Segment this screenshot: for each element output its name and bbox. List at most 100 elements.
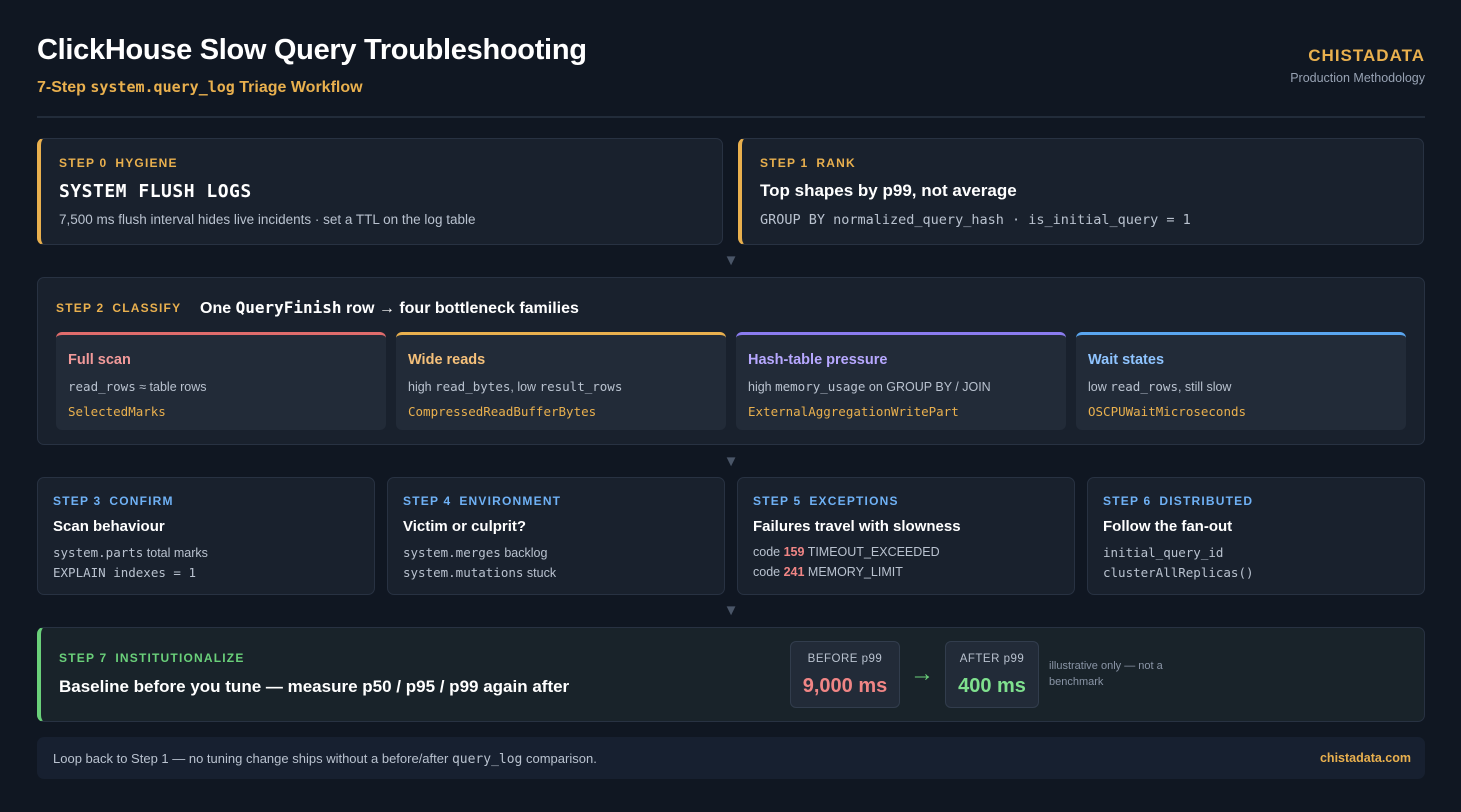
step-5-card: STEP 5 EXCEPTIONS Failures travel with sl… (737, 477, 1075, 595)
heading-text: One (200, 300, 236, 317)
family-metric: CompressedReadBufferBytes (408, 404, 597, 419)
step-1-heading: Top shapes by p99, not average (760, 181, 1017, 200)
desc-code: read_rows (68, 379, 136, 394)
subtitle-code: system.query_log (90, 78, 235, 96)
step-2-card: STEP 2 CLASSIFY One QueryFinish row → fou… (37, 277, 1425, 445)
right-arrow-icon: → (910, 660, 934, 687)
footer-url[interactable]: chistadata.com (1320, 751, 1411, 765)
subtitle-prefix: 7-Step (37, 79, 91, 96)
family-wide-reads: Wide reads high read_bytes, low result_r… (396, 332, 726, 430)
step-3-line-1: system.parts total marks (53, 545, 208, 560)
line-text: backlog (500, 546, 548, 560)
desc-text: high (408, 380, 436, 394)
after-metric: AFTER p99 400 ms (945, 641, 1039, 708)
step-number: STEP 0 (59, 156, 108, 170)
line-code: system.mutations (403, 565, 524, 580)
desc-code: read_rows (1110, 379, 1178, 394)
line-text: stuck (523, 566, 557, 580)
step-1-description: GROUP BY normalized_query_hash · is_init… (760, 212, 1191, 228)
heading-code: QueryFinish (235, 298, 342, 317)
step-6-heading: Follow the fan-out (1103, 518, 1233, 535)
line-text: MEMORY_LIMIT (804, 565, 903, 579)
footer: Loop back to Step 1 — no tuning change s… (37, 737, 1425, 779)
family-hash-table-pressure: Hash-table pressure high memory_usage on… (736, 332, 1066, 430)
step-number: STEP 4 (403, 494, 452, 508)
step-5-line-2: code 241 MEMORY_LIMIT (753, 565, 903, 579)
step-7-card: STEP 7 INSTITUTIONALIZE Baseline before y… (37, 627, 1425, 722)
family-wait-states: Wait states low read_rows, still slow OS… (1076, 332, 1406, 430)
header: ClickHouse Slow Query Troubleshooting 7-… (37, 32, 1425, 118)
after-value: 400 ms (958, 675, 1026, 697)
family-name: Wait states (1088, 352, 1165, 368)
step-tag: ENVIRONMENT (459, 494, 562, 508)
step-5-heading: Failures travel with slowness (753, 518, 961, 535)
step-tag: INSTITUTIONALIZE (115, 651, 245, 665)
step-4-card: STEP 4 ENVIRONMENT Victim or culprit? sys… (387, 477, 725, 595)
step-1-card: STEP 1 RANK Top shapes by p99, not averag… (738, 138, 1424, 245)
step-3-card: STEP 3 CONFIRM Scan behaviour system.part… (37, 477, 375, 595)
line-text: code (753, 545, 784, 559)
footer-text-part: Loop back to Step 1 — no tuning change s… (53, 751, 452, 766)
step-tag: EXCEPTIONS (809, 494, 899, 508)
desc-text: low (1088, 380, 1111, 394)
step-number: STEP 5 (753, 494, 802, 508)
family-name: Wide reads (408, 352, 486, 368)
step-4-label: STEP 4 ENVIRONMENT (403, 494, 561, 508)
desc-text: , low (510, 380, 540, 394)
step-3-line-2: EXPLAIN indexes = 1 (53, 565, 196, 580)
step-number: STEP 7 (59, 651, 108, 665)
step-tag: RANK (816, 156, 856, 170)
before-value: 9,000 ms (802, 675, 888, 697)
desc-code: read_bytes (435, 379, 511, 394)
step-tag: HYGIENE (115, 156, 178, 170)
desc-code: memory_usage (775, 379, 866, 394)
family-description: high read_bytes, low result_rows (408, 379, 622, 394)
step-number: STEP 1 (760, 156, 809, 170)
flow-arrow-down-icon: ▼ (723, 602, 739, 619)
step-tag: CLASSIFY (112, 301, 182, 315)
line-text: TIMEOUT_EXCEEDED (804, 545, 940, 559)
step-tag: CONFIRM (109, 494, 174, 508)
step-7-heading: Baseline before you tune — measure p50 /… (59, 677, 570, 696)
family-full-scan: Full scan read_rows ≈ table rows Selecte… (56, 332, 386, 430)
family-description: read_rows ≈ table rows (68, 379, 207, 394)
desc-text: high (748, 380, 776, 394)
footer-text-part: comparison. (522, 751, 597, 766)
desc-text: ≈ table rows (135, 380, 207, 394)
step-6-line-1: initial_query_id (1103, 545, 1224, 560)
step-7-label: STEP 7 INSTITUTIONALIZE (59, 651, 245, 665)
step-3-heading: Scan behaviour (53, 518, 165, 535)
family-description: high memory_usage on GROUP BY / JOIN (748, 379, 991, 394)
step-5-label: STEP 5 EXCEPTIONS (753, 494, 899, 508)
page-subtitle: 7-Step system.query_log Triage Workflow (37, 78, 363, 97)
line-text: code (753, 565, 784, 579)
before-label: BEFORE p99 (807, 653, 883, 665)
step-4-heading: Victim or culprit? (403, 518, 527, 535)
after-label: AFTER p99 (959, 653, 1025, 665)
desc-code: result_rows (539, 379, 623, 394)
step-5-line-1: code 159 TIMEOUT_EXCEEDED (753, 545, 940, 559)
step-6-line-2: clusterAllReplicas() (1103, 565, 1254, 580)
line-code: system.parts (53, 545, 144, 560)
step-2-label: STEP 2 CLASSIFY (56, 301, 181, 315)
desc-text: on GROUP BY / JOIN (865, 380, 991, 394)
step-6-card: STEP 6 DISTRIBUTED Follow the fan-out ini… (1087, 477, 1425, 595)
subtitle-suffix: Triage Workflow (234, 79, 363, 96)
footer-text: Loop back to Step 1 — no tuning change s… (53, 751, 597, 767)
step-number: STEP 2 (56, 301, 105, 315)
step-0-heading: SYSTEM FLUSH LOGS (59, 181, 252, 202)
family-metric: SelectedMarks (68, 404, 166, 419)
step-0-card: STEP 0 HYGIENE SYSTEM FLUSH LOGS 7,500 ms… (37, 138, 723, 245)
flow-arrow-down-icon: ▼ (723, 453, 739, 470)
error-code: 159 (783, 545, 805, 559)
brand-subtitle: Production Methodology (1290, 71, 1425, 85)
brand-logo: CHISTADATA (1308, 46, 1425, 65)
family-description: low read_rows, still slow (1088, 379, 1231, 394)
step-4-line-1: system.merges backlog (403, 545, 547, 560)
step-number: STEP 6 (1103, 494, 1152, 508)
step-tag: DISTRIBUTED (1159, 494, 1254, 508)
line-code: system.merges (403, 545, 501, 560)
flow-arrow-down-icon: ▼ (723, 252, 739, 269)
step-0-label: STEP 0 HYGIENE (59, 156, 178, 170)
step-number: STEP 3 (53, 494, 102, 508)
